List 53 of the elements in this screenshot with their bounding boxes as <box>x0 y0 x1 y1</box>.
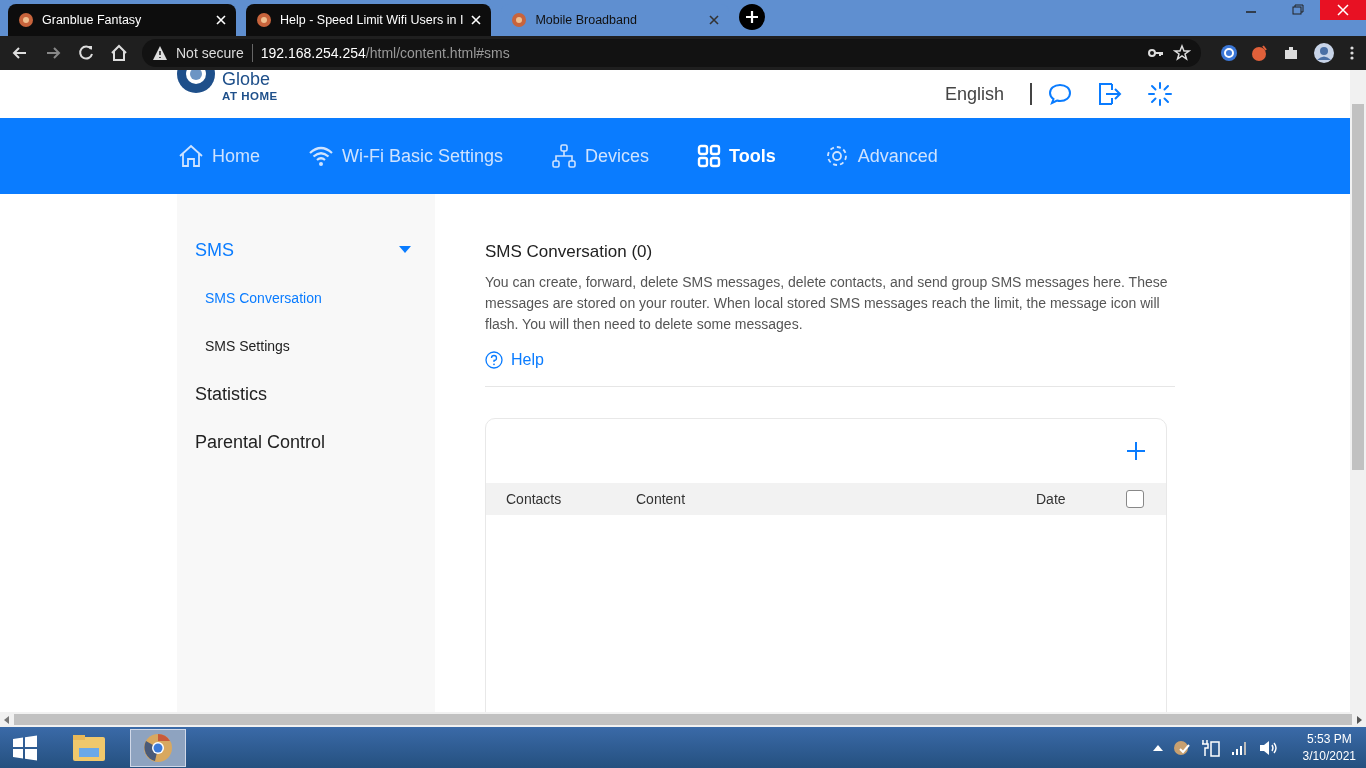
network-tree-icon <box>551 143 578 169</box>
add-icon[interactable] <box>1126 441 1146 461</box>
sidebar-subitem[interactable]: SMS Settings <box>177 322 435 370</box>
clock-date[interactable]: 3/10/2021 <box>1302 747 1356 765</box>
sidebar-subitem[interactable]: SMS Conversation <box>177 274 435 322</box>
home-icon <box>178 143 204 169</box>
puzzle-icon[interactable] <box>1282 44 1300 62</box>
horizontal-scrollbar[interactable] <box>0 712 1366 727</box>
language-selector[interactable]: English <box>944 83 1004 105</box>
logout-icon[interactable] <box>1098 82 1122 106</box>
tab-favicon-icon <box>256 12 272 28</box>
home-icon[interactable] <box>109 43 129 63</box>
help-link[interactable]: Help <box>511 351 544 369</box>
volume-icon[interactable] <box>1258 738 1279 757</box>
grid-icon <box>697 144 722 168</box>
browser-tab[interactable]: Granblue Fantasy <box>8 4 236 36</box>
tab-favicon-icon <box>511 12 528 28</box>
loading-icon <box>1148 82 1172 106</box>
description-text: You can create, forward, delete SMS messages, delete contacts, and send group SMS messages here. These messages are stored on your router. When local stored SMS messages reach the limit, the message icon will flash. You will then need to delete some messages. <box>485 273 1169 334</box>
windows-start-icon[interactable] <box>12 734 38 761</box>
sidebar-item[interactable]: Parental Control <box>177 418 435 466</box>
reload-icon[interactable] <box>76 43 96 63</box>
address-field[interactable]: Not secure 192.168.254.254/html/content.html#sms <box>142 39 1201 67</box>
sidebar-item[interactable]: Statistics <box>177 370 435 418</box>
star-icon[interactable] <box>1173 44 1191 62</box>
tray-app-icon[interactable] <box>1172 738 1191 757</box>
battery-icon[interactable] <box>1200 738 1221 757</box>
logo-tagline: AT HOME <box>222 91 278 103</box>
chat-bubble-icon[interactable] <box>1048 82 1072 106</box>
sidebar-item[interactable]: SMS <box>177 226 435 274</box>
tray-arrow-icon[interactable] <box>1152 744 1163 751</box>
vertical-scrollbar[interactable] <box>1350 70 1366 712</box>
section-title: SMS Conversation (0) <box>485 242 654 262</box>
warning-icon <box>152 45 168 61</box>
extension-icon[interactable] <box>1220 44 1238 62</box>
taskbar-button[interactable] <box>130 728 186 767</box>
browser-icon <box>143 732 173 763</box>
avatar-icon[interactable] <box>1313 42 1335 64</box>
column-header[interactable]: Content <box>636 491 686 507</box>
caret-icon <box>399 246 411 254</box>
column-header[interactable]: Date <box>1036 491 1066 507</box>
logo-name: Globe <box>222 70 272 88</box>
folder-icon[interactable] <box>72 732 106 763</box>
select-all-checkbox[interactable] <box>1126 490 1144 508</box>
tab-favicon-icon <box>18 12 34 28</box>
help-icon[interactable] <box>485 351 503 369</box>
nav-tab[interactable]: Tools <box>697 144 776 168</box>
browser-tab[interactable]: Help - Speed Limit Wifi Users in I <box>246 4 492 36</box>
clock-time[interactable]: 5:53 PM <box>1306 730 1352 748</box>
column-header[interactable]: Contacts <box>506 491 562 507</box>
signal-icon[interactable] <box>1230 739 1249 756</box>
menu-icon[interactable] <box>1348 44 1356 62</box>
new-tab-icon[interactable] <box>739 3 766 30</box>
